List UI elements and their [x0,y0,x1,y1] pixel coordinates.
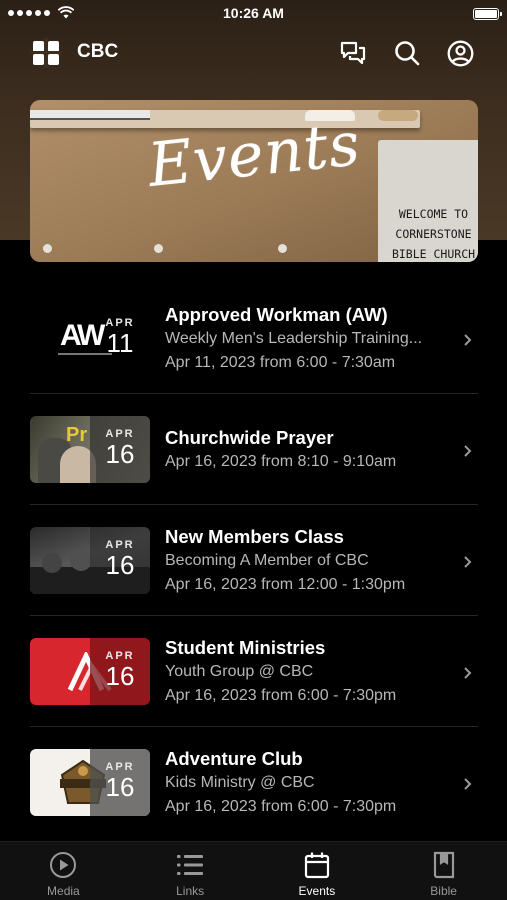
event-thumbnail: AW APR 11 [30,305,150,372]
event-schedule: Apr 16, 2023 from 8:10 - 9:10am [165,453,397,470]
event-row-adventure-club[interactable]: APR 16 Adventure Club Kids Ministry @ CB… [30,727,478,838]
event-schedule: Apr 11, 2023 from 6:00 - 7:30am [165,354,396,371]
event-thumbnail: APR 16 [30,749,150,816]
event-thumbnail: Pr APR 16 [30,416,150,483]
thumb-person [70,549,92,571]
cbc-logo-icon[interactable] [30,38,62,68]
chat-button[interactable] [338,38,368,68]
chevron-right-icon [464,334,472,346]
event-subtitle: Weekly Men's Leadership Training... [165,330,423,347]
event-subtitle: Youth Group @ CBC [165,663,314,680]
event-subtitle: Becoming A Member of CBC [165,552,369,569]
event-title: Churchwide Prayer [165,427,334,448]
event-schedule: Apr 16, 2023 from 12:00 - 1:30pm [165,576,406,593]
app-header: CBC [0,30,507,74]
chevron-right-icon [464,778,472,790]
tab-label: Media [47,884,80,898]
date-day: 16 [105,550,135,580]
event-title: Student Ministries [165,637,326,658]
date-day: 11 [106,328,134,358]
events-hero-banner: WELCOME TO CORNERSTONE BIBLE CHURCH Even… [30,100,478,262]
app-title: CBC [77,41,119,62]
chevron-right-icon [464,445,472,457]
date-day: 16 [105,772,135,802]
tab-label: Events [298,884,336,898]
tab-label: Links [176,884,205,898]
date-badge: APR 16 [90,416,150,483]
event-text: New Members Class Becoming A Member of C… [165,525,455,597]
event-text: Approved Workman (AW) Weekly Men's Leade… [165,303,455,375]
welcome-sign: WELCOME TO CORNERSTONE BIBLE CHURCH [378,140,478,262]
date-day: 16 [105,661,135,691]
event-thumbnail: APR 16 [30,638,150,705]
date-badge: APR 16 [90,638,150,705]
hero-dot [278,244,287,253]
date-badge: APR 16 [90,527,150,594]
hero-pinecone [378,110,418,121]
tab-links[interactable]: Links [127,842,254,900]
event-row-new-members-class[interactable]: APR 16 New Members Class Becoming A Memb… [30,505,478,616]
hero-dot [154,244,163,253]
sign-line: CORNERSTONE [395,227,472,241]
event-title: Adventure Club [165,748,303,769]
status-bar: 10:26 AM [0,0,507,28]
date-badge: APR 11 [90,305,150,372]
tab-media[interactable]: Media [0,842,127,900]
event-row-approved-workman[interactable]: AW APR 11 Approved Workman (AW) Weekly M… [30,283,478,394]
play-icon [50,852,77,878]
battery-icon [473,8,502,20]
event-row-student-ministries[interactable]: APR 16 Student Ministries Youth Group @ … [30,616,478,727]
event-thumbnail: APR 16 [30,527,150,594]
date-day: 16 [105,439,135,469]
event-text: Student Ministries Youth Group @ CBC Apr… [165,636,455,708]
tab-events[interactable]: Events [254,842,381,900]
date-badge: APR 16 [90,749,150,816]
tab-label: Bible [430,884,457,898]
search-button[interactable] [392,38,422,68]
status-time: 10:26 AM [223,5,284,21]
event-text: Churchwide Prayer Apr 16, 2023 from 8:10… [165,426,455,474]
hero-book [30,110,150,120]
event-row-churchwide-prayer[interactable]: Pr APR 16 Churchwide Prayer Apr 16, 2023… [30,394,478,505]
list-icon [177,855,204,875]
event-list: AW APR 11 Approved Workman (AW) Weekly M… [0,283,507,838]
tab-bible[interactable]: Bible [380,842,507,900]
tab-bar: Media Links Events Bible [0,841,507,900]
event-schedule: Apr 16, 2023 from 6:00 - 7:30pm [165,798,397,815]
sign-line: WELCOME TO [398,207,469,221]
chat-icon [340,41,366,65]
chevron-right-icon [464,667,472,679]
event-schedule: Apr 16, 2023 from 6:00 - 7:30pm [165,687,397,704]
profile-button[interactable] [445,38,475,68]
thumb-person [42,553,62,573]
event-title: New Members Class [165,526,344,547]
event-title: Approved Workman (AW) [165,304,388,325]
chevron-right-icon [464,556,472,568]
profile-icon [447,40,473,66]
hero-dot [43,244,52,253]
calendar-icon [304,852,329,879]
event-text: Adventure Club Kids Ministry @ CBC Apr 1… [165,747,455,819]
book-icon [433,851,454,879]
search-icon [395,41,420,66]
event-subtitle: Kids Ministry @ CBC [165,774,315,791]
sign-line: BIBLE CHURCH [391,247,476,261]
thumb-logo-text: Pr [66,424,88,446]
